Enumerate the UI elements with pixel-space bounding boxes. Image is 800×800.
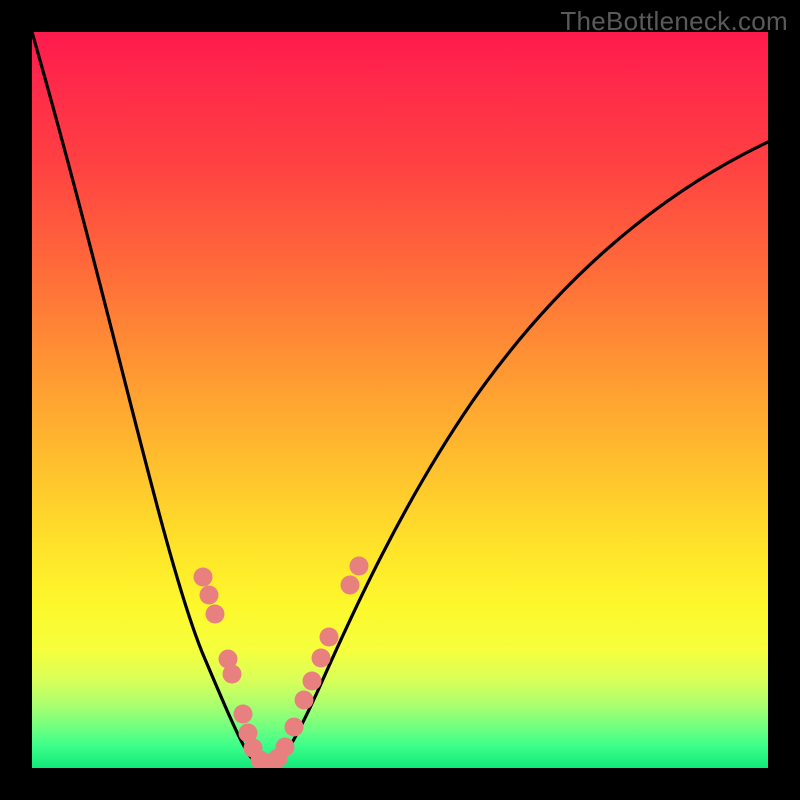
- data-dot: [341, 576, 360, 595]
- data-dot: [312, 649, 331, 668]
- chart-stage: TheBottleneck.com: [0, 0, 800, 800]
- data-dot: [206, 605, 225, 624]
- data-dot: [234, 705, 253, 724]
- bottleneck-curve: [32, 32, 768, 768]
- data-dots: [194, 557, 369, 769]
- data-dot: [285, 718, 304, 737]
- watermark-text: TheBottleneck.com: [560, 6, 788, 37]
- data-dot: [350, 557, 369, 576]
- data-dot: [295, 691, 314, 710]
- data-dot: [223, 665, 242, 684]
- data-dot: [303, 672, 322, 691]
- data-dot: [200, 586, 219, 605]
- chart-svg: [32, 32, 768, 768]
- data-dot: [320, 628, 339, 647]
- plot-area: [32, 32, 768, 768]
- data-dot: [276, 738, 295, 757]
- data-dot: [194, 568, 213, 587]
